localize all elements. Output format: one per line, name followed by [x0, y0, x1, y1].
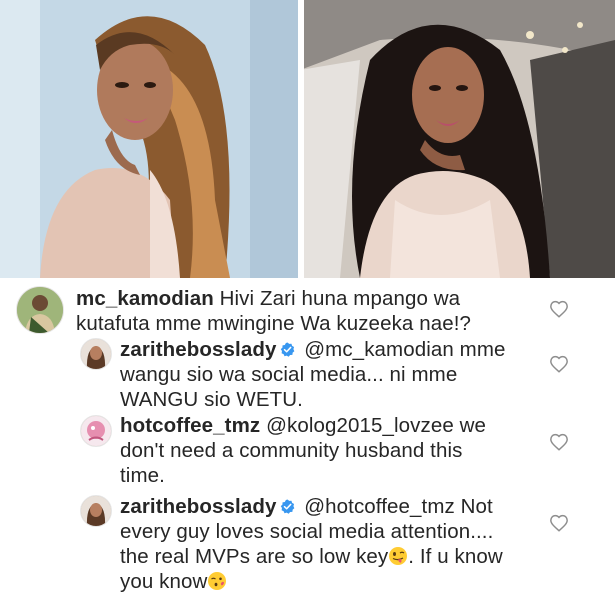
user-avatar-icon — [81, 339, 111, 369]
verified-badge-icon — [281, 342, 295, 357]
comment-text-line: WANGU sio WETU. — [120, 388, 303, 411]
comment-username[interactable]: hotcoffee_tmz — [120, 414, 260, 437]
avatar-mc-kamodian[interactable] — [16, 286, 64, 334]
heart-icon[interactable] — [549, 355, 569, 373]
comment-text-line: you know — [120, 570, 208, 593]
comment-username[interactable]: zarithebosslady — [120, 338, 276, 361]
avatar-zarithebosslady[interactable] — [80, 338, 112, 370]
comment-text-line: don't need a community husband this — [120, 439, 463, 462]
comment-text-line: wangu sio wa social media... ni mme — [120, 363, 458, 386]
comment-text-line: time. — [120, 464, 165, 487]
heart-icon[interactable] — [549, 433, 569, 451]
left-photo — [0, 0, 300, 278]
avatar-zarithebosslady[interactable] — [80, 495, 112, 527]
user-avatar-icon — [17, 287, 63, 333]
comment-username[interactable]: zarithebosslady — [120, 495, 276, 518]
verified-badge-icon — [281, 499, 295, 514]
user-avatar-icon — [81, 496, 111, 526]
silly-face-emoji — [389, 547, 408, 565]
heart-icon[interactable] — [549, 514, 569, 532]
comment-text-line: @hotcoffee_tmz Not — [304, 495, 493, 518]
kissing-face-emoji — [208, 572, 227, 590]
user-avatar-icon — [81, 416, 111, 446]
woman-in-car-image — [300, 0, 615, 278]
comment-text-line: @mc_kamodian mme — [304, 338, 506, 361]
comment-text-line: @kolog2015_lovzee we — [266, 414, 487, 437]
post-photo-collage — [0, 0, 615, 278]
comment-text-line: . If u know — [408, 545, 503, 568]
comment-text-line: kutafuta mme mwingine Wa kuzeeka nae!? — [76, 312, 472, 335]
comment-text-line: the real MVPs are so low key — [120, 545, 389, 568]
right-photo — [300, 0, 615, 278]
comment-text-line: Hivi Zari huna mpango wa — [219, 287, 461, 310]
comment-text-line: every guy loves social media attention..… — [120, 520, 494, 543]
comment-username[interactable]: mc_kamodian — [76, 287, 214, 310]
heart-icon[interactable] — [549, 300, 569, 318]
avatar-hotcoffee-tmz[interactable] — [80, 415, 112, 447]
photo-divider — [298, 0, 304, 278]
woman-portrait-left-image — [0, 0, 300, 278]
